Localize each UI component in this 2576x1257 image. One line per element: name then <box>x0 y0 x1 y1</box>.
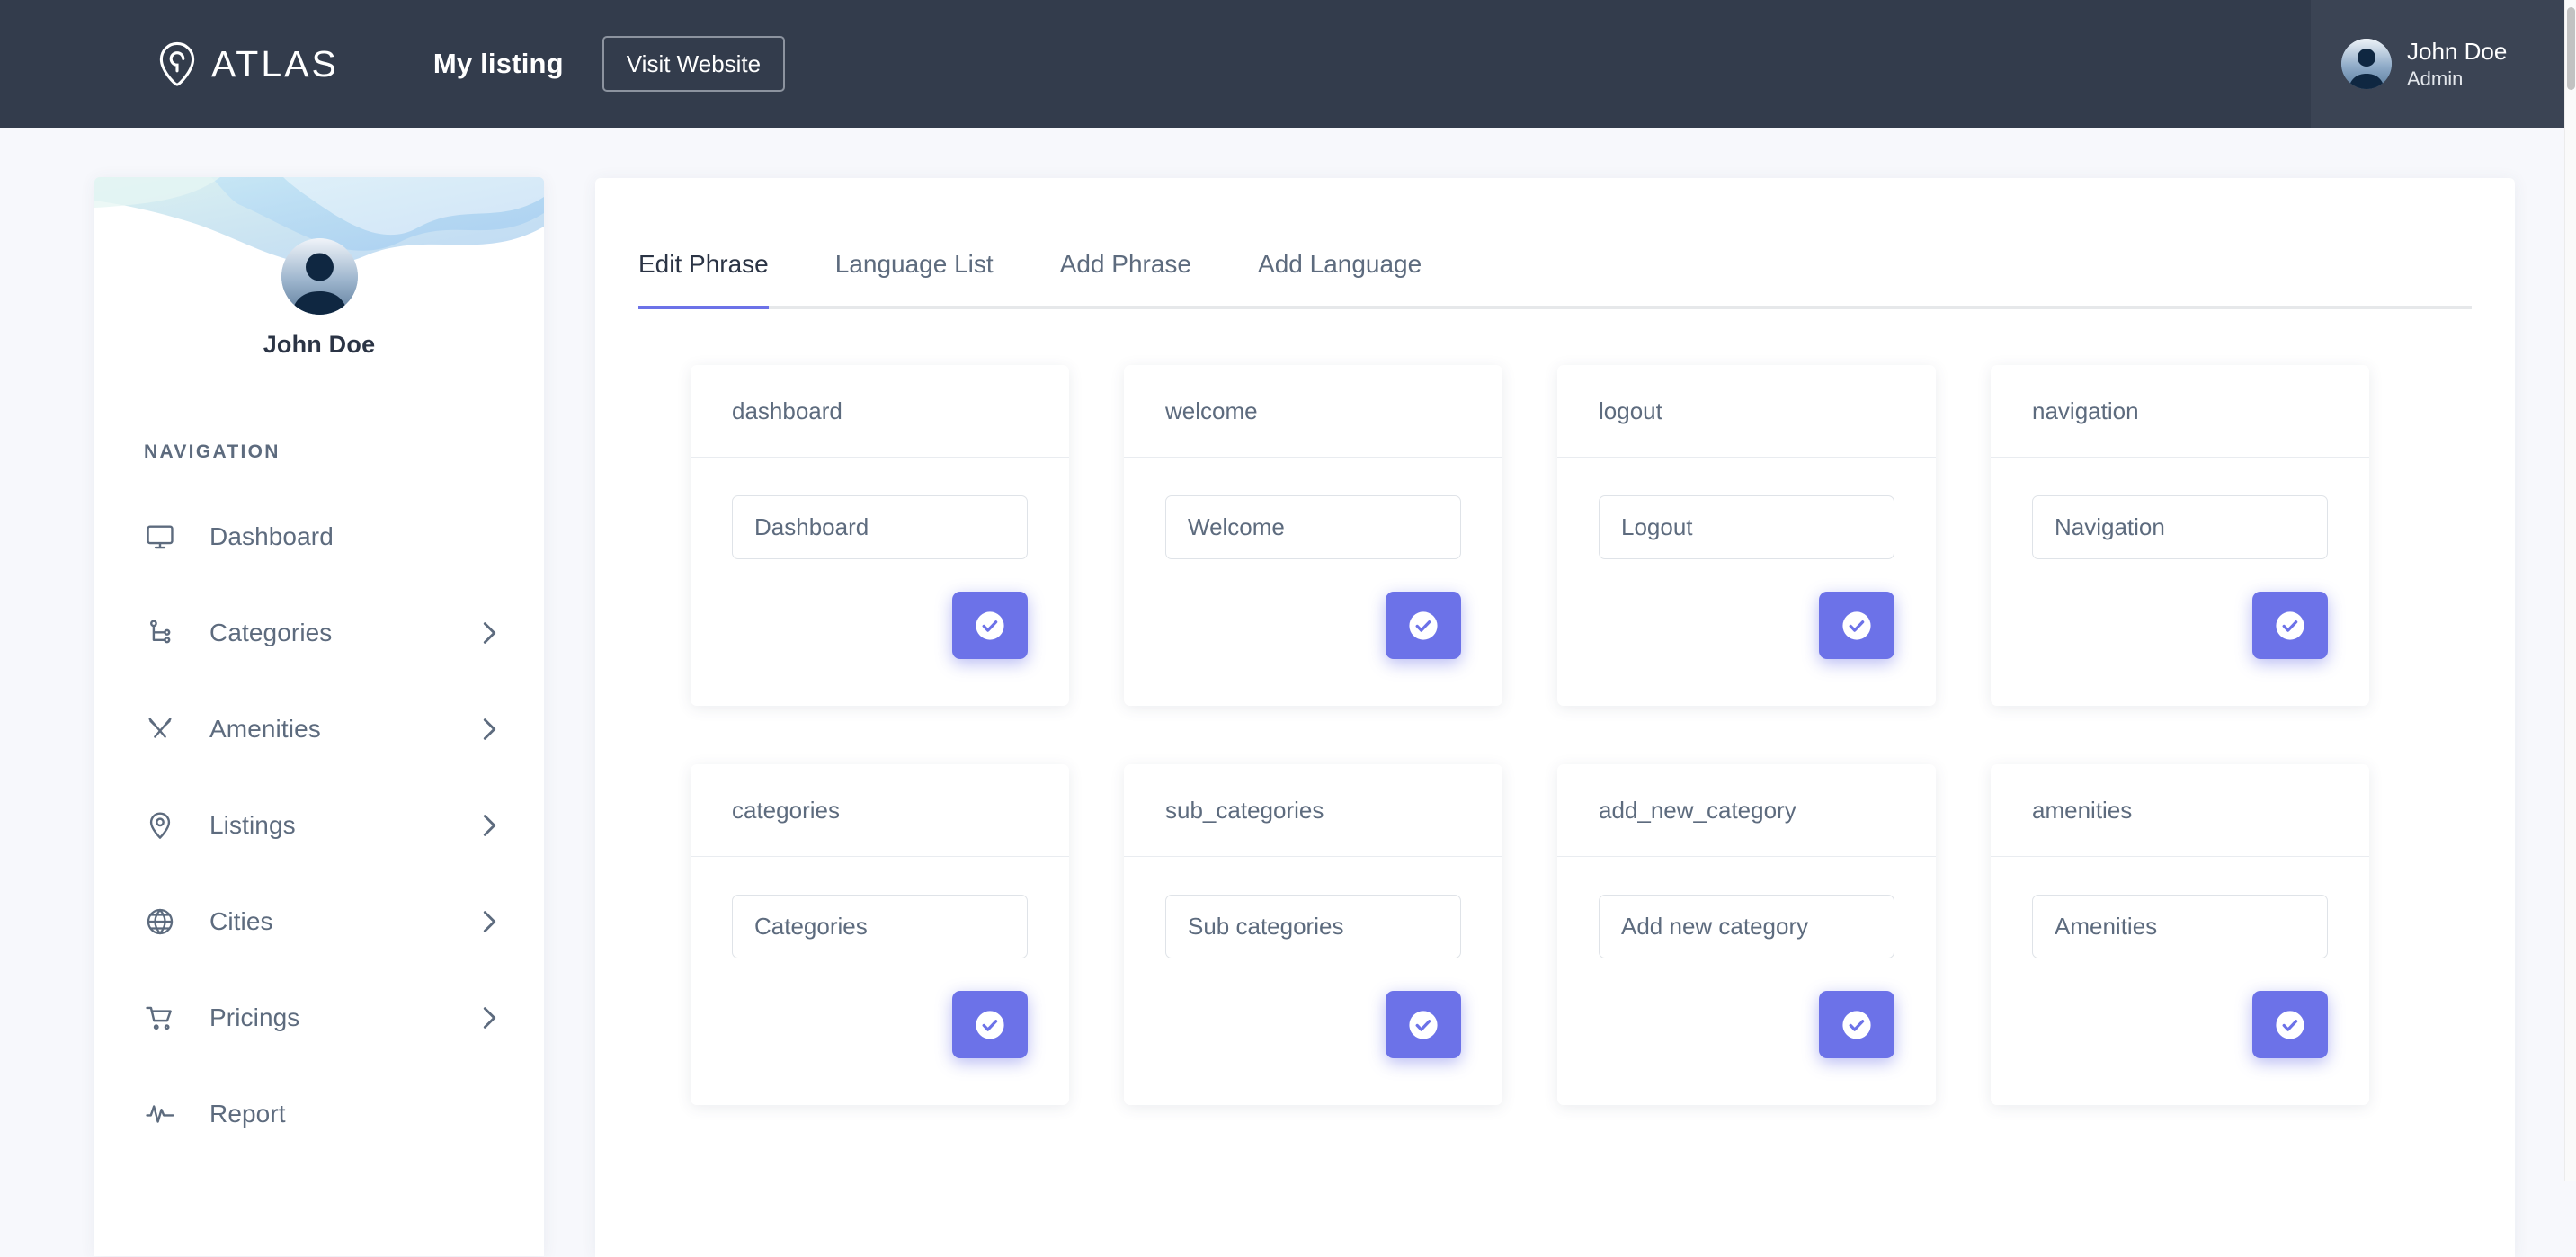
check-circle-icon <box>1408 611 1439 641</box>
phrase-value-input[interactable] <box>732 495 1028 559</box>
sidebar-item-report[interactable]: Report <box>94 1065 544 1162</box>
activity-pulse-icon <box>145 1099 175 1129</box>
sidebar-item-label: Report <box>209 1099 286 1128</box>
phrase-value-input[interactable] <box>1599 495 1894 559</box>
sidebar-item-listings[interactable]: Listings <box>94 777 544 873</box>
sidebar-item-label: Amenities <box>209 714 321 743</box>
phrase-key: categories <box>691 764 1069 857</box>
navigation-heading: NAVIGATION <box>144 441 281 462</box>
tab-edit-phrase[interactable]: Edit Phrase <box>638 250 769 309</box>
page-scrollbar[interactable] <box>2564 0 2576 1181</box>
user-role: Admin <box>2407 67 2464 90</box>
chevron-right-icon <box>482 718 497 741</box>
chevron-right-icon <box>482 910 497 933</box>
user-name: John Doe <box>2407 38 2508 65</box>
sidebar-item-label: Cities <box>209 906 273 935</box>
phrase-card-grid: dashboard welcome <box>595 309 2515 1105</box>
check-circle-icon <box>2275 611 2305 641</box>
phrase-card: dashboard <box>691 365 1069 706</box>
git-branch-icon <box>145 618 175 648</box>
brand-name: ATLAS <box>211 42 339 85</box>
monitor-icon <box>145 522 175 552</box>
sidebar-item-categories[interactable]: Categories <box>94 584 544 681</box>
save-phrase-button[interactable] <box>2252 991 2328 1058</box>
sidebar-item-pricings[interactable]: Pricings <box>94 969 544 1065</box>
sidebar-item-label: Listings <box>209 810 296 839</box>
phrase-card: categories <box>691 764 1069 1105</box>
save-phrase-button[interactable] <box>1819 592 1894 659</box>
phrase-card: welcome <box>1124 365 1502 706</box>
avatar <box>281 238 358 315</box>
sidebar-item-cities[interactable]: Cities <box>94 873 544 969</box>
sidebar-item-label: Dashboard <box>209 522 334 550</box>
check-circle-icon <box>975 611 1005 641</box>
check-circle-icon <box>1841 611 1872 641</box>
chevron-right-icon <box>482 814 497 837</box>
shopping-cart-icon <box>145 1003 175 1033</box>
user-menu[interactable]: John Doe Admin <box>2311 0 2564 128</box>
chevron-right-icon <box>482 621 497 645</box>
sidebar-profile-name: John Doe <box>263 331 376 358</box>
phrase-key: navigation <box>1991 365 2369 458</box>
chevron-right-icon <box>482 1006 497 1030</box>
save-phrase-button[interactable] <box>952 592 1028 659</box>
phrase-card: navigation <box>1991 365 2369 706</box>
avatar <box>2341 39 2392 89</box>
save-phrase-button[interactable] <box>2252 592 2328 659</box>
phrase-value-input[interactable] <box>732 895 1028 958</box>
navigation-list: Dashboard Categories Amenities Listings … <box>94 488 544 1162</box>
top-navbar: ATLAS My listing Visit Website John Doe … <box>0 0 2564 128</box>
sidebar-item-label: Categories <box>209 618 333 646</box>
fork-knife-icon <box>145 714 175 744</box>
save-phrase-button[interactable] <box>952 991 1028 1058</box>
phrase-value-input[interactable] <box>1165 895 1461 958</box>
phrase-key: welcome <box>1124 365 1502 458</box>
phrase-key: add_new_category <box>1557 764 1936 857</box>
phrase-card: sub_categories <box>1124 764 1502 1105</box>
sidebar-item-label: Pricings <box>209 1003 300 1031</box>
tab-bar: Edit Phrase Language List Add Phrase Add… <box>638 178 2472 309</box>
phrase-value-input[interactable] <box>2032 895 2328 958</box>
phrase-key: logout <box>1557 365 1936 458</box>
check-circle-icon <box>975 1010 1005 1040</box>
sidebar: John Doe NAVIGATION Dashboard Categories <box>94 177 544 1256</box>
save-phrase-button[interactable] <box>1386 592 1461 659</box>
phrase-card: logout <box>1557 365 1936 706</box>
globe-icon <box>145 906 175 937</box>
phrase-key: dashboard <box>691 365 1069 458</box>
my-listing-label: My listing <box>432 48 564 79</box>
page-scrollbar-thumb[interactable] <box>2567 7 2575 90</box>
map-pin-icon <box>157 41 197 86</box>
check-circle-icon <box>1841 1010 1872 1040</box>
tab-add-language[interactable]: Add Language <box>1258 250 1422 306</box>
tab-language-list[interactable]: Language List <box>835 250 994 306</box>
sidebar-item-amenities[interactable]: Amenities <box>94 681 544 777</box>
phrase-card: amenities <box>1991 764 2369 1105</box>
check-circle-icon <box>1408 1010 1439 1040</box>
brand-logo[interactable]: ATLAS <box>157 41 339 86</box>
visit-website-button[interactable]: Visit Website <box>602 35 786 93</box>
tab-add-phrase[interactable]: Add Phrase <box>1060 250 1191 306</box>
save-phrase-button[interactable] <box>1386 991 1461 1058</box>
sidebar-item-dashboard[interactable]: Dashboard <box>94 488 544 584</box>
phrase-card: add_new_category <box>1557 764 1936 1105</box>
phrase-value-input[interactable] <box>1165 495 1461 559</box>
phrase-key: sub_categories <box>1124 764 1502 857</box>
phrase-value-input[interactable] <box>1599 895 1894 958</box>
user-info: John Doe Admin <box>2407 37 2507 91</box>
main-content-panel: Edit Phrase Language List Add Phrase Add… <box>595 178 2515 1257</box>
map-pin-icon <box>145 810 175 841</box>
check-circle-icon <box>2275 1010 2305 1040</box>
save-phrase-button[interactable] <box>1819 991 1894 1058</box>
phrase-value-input[interactable] <box>2032 495 2328 559</box>
phrase-key: amenities <box>1991 764 2369 857</box>
